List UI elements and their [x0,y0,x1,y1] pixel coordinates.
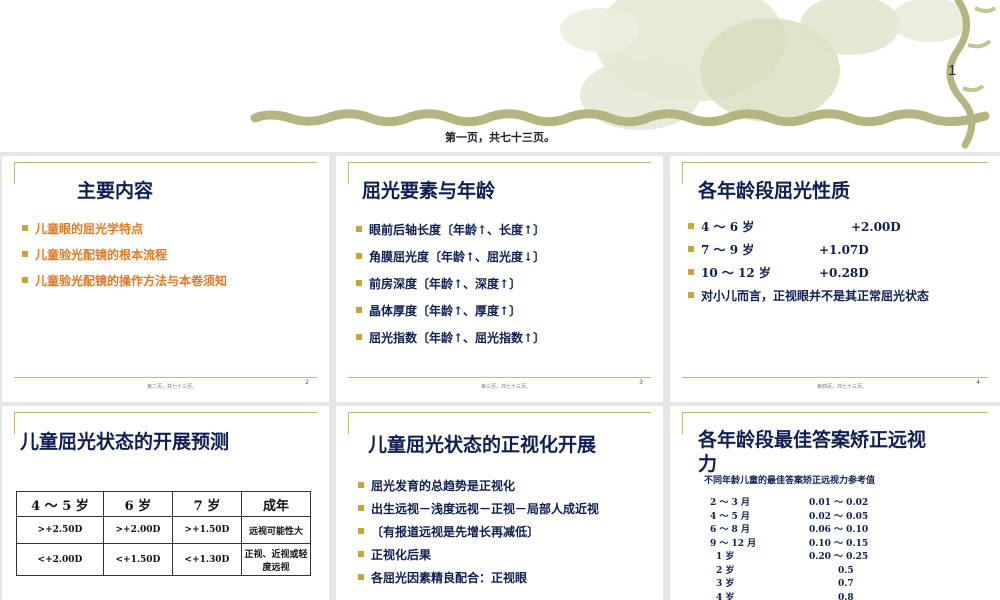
slide-thumbnail-7[interactable]: 各年龄段最佳答案矫正远视 力 不同年龄儿童的最佳答案矫正远视力参考值 2 ～ 3… [670,406,1000,600]
divider [348,162,349,184]
list-item: 9 ～ 12 月0.10 ～ 0.15 [704,538,868,552]
slide-page-number: 3 [639,379,643,386]
table-cell: 正视、近视或轻度远视 [242,544,311,576]
slide-title: 各年龄段屈光性质 [698,176,850,203]
list-item: 屈光发育的总趋势是正视化 [358,477,599,494]
bullet-list: 4 ～ 6 岁+2.00D 7 ～ 9 岁+1.07D 10 ～ 12 岁+0.… [688,218,929,304]
list-item: 10 ～ 12 岁+0.28D [688,264,929,281]
slide-footer: 第四页，共七十三页。 [817,383,867,390]
list-item: 角膜屈光度〔年龄↑、屈光度↓〕 [356,248,545,265]
slide-page-number: 4 [976,379,980,386]
list-item: 〔有报道远视是先增长再减低〕 [358,523,599,540]
slide-title: 屈光要素与年龄 [362,176,495,203]
divider [682,162,988,163]
table-row: <+2.00D <+1.50D <+1.30D 正视、近视或轻度远视 [17,544,311,576]
divider [682,412,683,434]
slide-thumbnail-2[interactable]: 主要内容 儿童眼的屈光学特点 儿童验光配镜的根本流程 儿童验光配镜的操作方法与本… [2,156,329,402]
list-item: 屈光指数〔年龄↑、屈光指数↑〕 [356,329,545,346]
page-number: 1 [948,62,956,79]
divider [682,412,988,413]
table-header-cell: 7 岁 [172,492,241,517]
list-item: 正视化后果 [358,546,599,563]
slide-footer: 第二页，共七十三页。 [147,383,197,390]
list-item: 儿童验光配镜的操作方法与本卷须知 [22,272,227,289]
table-header-cell: 4 ～ 5 岁 [17,492,104,517]
list-item: 各屈光因素精良配合：正视眼 [358,569,599,586]
table-cell: <+2.00D [17,544,104,576]
divider [14,162,317,163]
divider [14,412,15,434]
slide-title: 儿童屈光状态的开展预测 [20,427,229,454]
table-header-row: 4 ～ 5 岁 6 岁 7 岁 成年 [17,492,311,517]
list-item: 对小儿而言，正视眼并不是其正常屈光状态 [688,287,929,304]
slide-thumbnail-6[interactable]: 儿童屈光状态的正视化开展 屈光发育的总趋势是正视化 出生远视－浅度远视－正视－局… [336,406,663,600]
list-item: 眼前后轴长度〔年龄↑、长度↑〕 [356,221,545,238]
slide-title: 各年龄段最佳答案矫正远视 力 [698,428,926,476]
list-item: 3 岁0.7 [704,578,868,592]
table-cell: 远视可能性大 [242,517,311,544]
list-item: 6 ～ 8 月0.06 ～ 0.10 [704,524,868,538]
list-item: 出生远视－浅度远视－正视－局部人成近视 [358,500,599,517]
divider [348,412,349,434]
table-header-cell: 6 岁 [103,492,172,517]
divider [14,377,317,378]
refraction-prediction-table: 4 ～ 5 岁 6 岁 7 岁 成年 >+2.50D >+2.00D >+1.5… [16,491,311,576]
acuity-list: 2 ～ 3 月0.01 ～ 0.02 4 ～ 5 月0.02 ～ 0.05 6 … [704,497,868,600]
slide-caption: 第一页，共七十三页。 [445,129,555,145]
slide-subtitle: 不同年龄儿童的最佳答案矫正远视力参考值 [704,473,875,486]
list-item: 儿童眼的屈光学特点 [22,220,227,237]
list-item: 晶体厚度〔年龄↑、厚度↑〕 [356,302,545,319]
list-item: 4 ～ 5 月0.02 ～ 0.05 [704,511,868,525]
table-cell: >+1.50D [172,517,241,544]
slide-1-banner[interactable]: 1 第一页，共七十三页。 [0,0,1000,152]
bullet-list: 眼前后轴长度〔年龄↑、长度↑〕 角膜屈光度〔年龄↑、屈光度↓〕 前房深度〔年龄↑… [356,221,545,346]
divider [682,377,988,378]
list-item: 4 岁0.8 [704,592,868,600]
slide-thumbnail-4[interactable]: 各年龄段屈光性质 4 ～ 6 岁+2.00D 7 ～ 9 岁+1.07D 10 … [670,156,1000,402]
list-item: 2 岁0.5 [704,565,868,579]
table-cell: <+1.50D [103,544,172,576]
slide-title: 儿童屈光状态的正视化开展 [368,430,596,457]
table-row: >+2.50D >+2.00D >+1.50D 远视可能性大 [17,517,311,544]
bullet-list: 儿童眼的屈光学特点 儿童验光配镜的根本流程 儿童验光配镜的操作方法与本卷须知 [22,220,227,289]
divider [348,162,651,163]
table-header-cell: 成年 [242,492,311,517]
divider [348,412,651,413]
slide-thumbnail-3[interactable]: 屈光要素与年龄 眼前后轴长度〔年龄↑、长度↑〕 角膜屈光度〔年龄↑、屈光度↓〕 … [336,156,663,402]
table-cell: >+2.00D [103,517,172,544]
table-cell: >+2.50D [17,517,104,544]
divider [14,412,317,413]
divider [14,162,15,184]
slide-thumbnail-5[interactable]: 儿童屈光状态的开展预测 4 ～ 5 岁 6 岁 7 岁 成年 >+2.50D >… [2,406,329,600]
list-item: 1 岁0.20 ～ 0.25 [704,551,868,565]
list-item: 儿童验光配镜的根本流程 [22,246,227,263]
list-item: 2 ～ 3 月0.01 ～ 0.02 [704,497,868,511]
slide-page-number: 2 [305,379,309,386]
bullet-list: 屈光发育的总趋势是正视化 出生远视－浅度远视－正视－局部人成近视 〔有报道远视是… [358,477,599,586]
list-item: 前房深度〔年龄↑、深度↑〕 [356,275,545,292]
list-item: 7 ～ 9 岁+1.07D [688,241,929,258]
divider [348,377,651,378]
divider [682,162,683,184]
list-item: 4 ～ 6 岁+2.00D [688,218,929,235]
table-cell: <+1.30D [172,544,241,576]
slide-footer: 第三页，共七十三页。 [481,383,531,390]
slide-title: 主要内容 [77,176,153,203]
